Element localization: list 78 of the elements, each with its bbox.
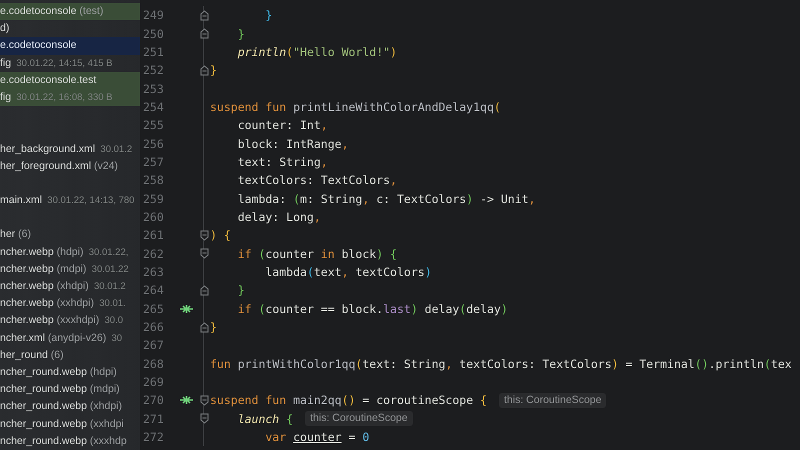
tree-item[interactable]: fig 30.01.22, 14:15, 415 B bbox=[0, 54, 140, 72]
fold-icon[interactable] bbox=[200, 230, 208, 241]
code-line: if (counter in block) { bbox=[236, 246, 397, 261]
tree-item[interactable]: ncher.webp (hdpi) 30.01.22, bbox=[0, 244, 140, 261]
line-number: 266 bbox=[142, 320, 165, 334]
line-number: 272 bbox=[142, 430, 165, 444]
tree-item[interactable]: her (6) bbox=[0, 226, 140, 244]
line-number: 267 bbox=[142, 338, 165, 352]
tree-item[interactable]: ncher_round.webp (mdpi) bbox=[0, 381, 140, 398]
fold-icon[interactable] bbox=[200, 64, 208, 76]
fold-icon[interactable] bbox=[200, 248, 208, 260]
fold-icon[interactable] bbox=[200, 28, 208, 40]
code-line: if (counter == block.last) delay(delay) bbox=[236, 302, 508, 316]
tree-item[interactable]: ncher_round.webp (xxhdpi bbox=[0, 416, 140, 433]
line-number: 262 bbox=[142, 246, 165, 261]
line-number: 260 bbox=[142, 210, 165, 224]
line-number: 265 bbox=[142, 302, 165, 316]
tree-item[interactable]: e.codetoconsole (test) bbox=[0, 3, 140, 20]
code-line: launch { bbox=[236, 412, 294, 426]
line-number: 254 bbox=[142, 100, 165, 114]
code-line: fun printWithColor1qq(text: String, textColors: TextColors) = Terminal().println(tex bbox=[210, 356, 792, 371]
code-line: suspend fun printLineWithColorAndDelay1qq( bbox=[210, 100, 501, 114]
tree-item[interactable]: ncher_round.webp (hdpi) bbox=[0, 364, 140, 382]
tree-item[interactable]: e.codetoconsole bbox=[0, 37, 140, 55]
line-number: 271 bbox=[142, 412, 165, 426]
line-number: 256 bbox=[142, 136, 165, 151]
inlay-hint: this: CoroutineScope bbox=[498, 392, 606, 408]
tree-item[interactable]: her_foreground.xml (v24) bbox=[0, 158, 140, 175]
code-line: } bbox=[210, 63, 217, 78]
tree-item[interactable]: fig 30.01.22, 16:08, 330 B bbox=[0, 88, 140, 106]
code-line: lambda: (m: String, c: TextColors) -> Unit, bbox=[236, 192, 536, 206]
line-number: 251 bbox=[142, 44, 165, 59]
code-line: block: IntRange, bbox=[236, 136, 348, 151]
tree-item[interactable]: ncher.webp (xxxhdpi) 30.0 bbox=[0, 312, 140, 330]
tree-item[interactable]: ncher.webp (xhdpi) 30.01.2 bbox=[0, 278, 140, 296]
tree-item[interactable]: ncher.webp (mdpi) 30.01.22 bbox=[0, 260, 140, 278]
tree-item[interactable]: her_background.xml 30.01.2 bbox=[0, 140, 140, 158]
code-line: } bbox=[210, 320, 217, 334]
line-number: 250 bbox=[142, 26, 165, 41]
line-number: 270 bbox=[142, 393, 165, 408]
line-number: 269 bbox=[142, 375, 165, 390]
tree-item[interactable]: ncher_round.webp (xxxhdp bbox=[0, 432, 140, 450]
tree-item[interactable]: her_round (6) bbox=[0, 346, 140, 364]
line-number: 268 bbox=[142, 356, 165, 371]
tree-item[interactable]: d) bbox=[0, 20, 140, 38]
line-number: 264 bbox=[142, 283, 165, 298]
line-number: 259 bbox=[142, 192, 165, 206]
code-line: } bbox=[236, 283, 245, 298]
line-number: 263 bbox=[142, 264, 165, 279]
code-line: } bbox=[264, 8, 272, 22]
fold-icon[interactable] bbox=[200, 394, 208, 406]
tree-item[interactable]: ncher.xml (anydpi-v26) 30 bbox=[0, 330, 140, 347]
code-line: var counter = 0 bbox=[264, 430, 370, 444]
inlay-hint: this: CoroutineScope bbox=[305, 411, 413, 426]
line-number: 257 bbox=[142, 154, 165, 169]
fold-icon[interactable] bbox=[200, 322, 208, 333]
code-line: text: String, bbox=[236, 154, 328, 169]
tree-item[interactable]: ncher.webp (xxhdpi) 30.01. bbox=[0, 295, 140, 312]
line-number: 249 bbox=[142, 8, 165, 22]
code-line: } bbox=[236, 26, 245, 41]
line-number: 261 bbox=[142, 228, 165, 242]
code-line: ) { bbox=[210, 228, 231, 242]
tree-item[interactable]: main.xml 30.01.22, 14:13, 780 bbox=[0, 192, 140, 210]
fold-icon[interactable] bbox=[200, 413, 208, 424]
code-line: suspend fun main2qq() = coroutineScope { bbox=[210, 393, 487, 408]
tree-item[interactable]: e.codetoconsole.test bbox=[0, 72, 140, 89]
code-line: delay: Long, bbox=[236, 210, 321, 224]
fold-icon[interactable] bbox=[200, 10, 208, 21]
line-number: 252 bbox=[142, 63, 165, 78]
fold-icon[interactable] bbox=[200, 284, 208, 296]
line-number: 258 bbox=[142, 173, 165, 188]
line-number: 253 bbox=[142, 82, 165, 96]
code-line: counter: Int, bbox=[236, 118, 328, 132]
code-line: textColors: TextColors, bbox=[236, 173, 397, 188]
tree-item[interactable]: ncher_round.webp (xhdpi) bbox=[0, 398, 140, 416]
code-line: lambda(text, textColors) bbox=[264, 264, 432, 279]
line-number: 255 bbox=[142, 118, 165, 132]
code-line: println("Hello World!") bbox=[236, 44, 397, 59]
